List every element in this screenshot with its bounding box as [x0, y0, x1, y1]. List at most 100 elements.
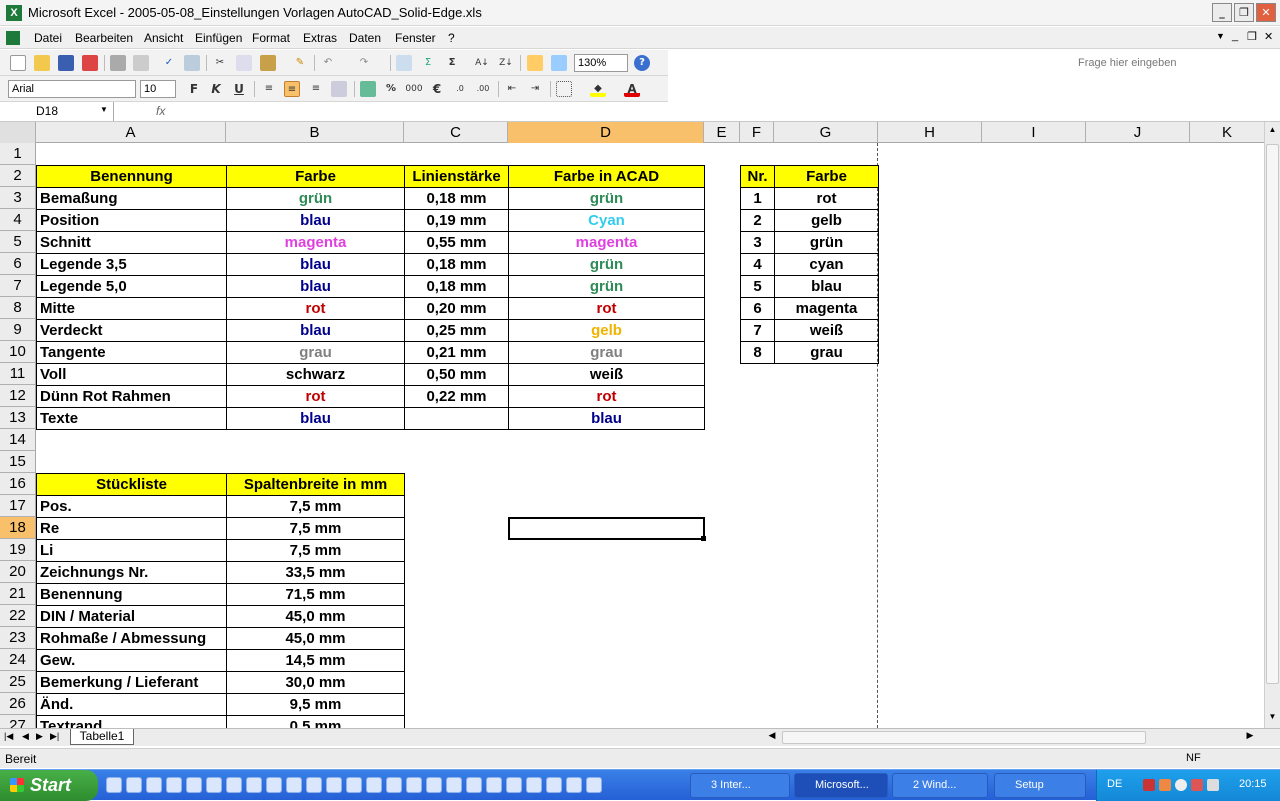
quicklaunch-icon[interactable] [506, 777, 522, 793]
help-icon[interactable]: ? [634, 55, 650, 71]
first-sheet-icon[interactable]: |◀ [4, 731, 13, 742]
cell-benennung[interactable]: Schnitt [36, 231, 227, 254]
fill-color-icon[interactable]: ◆ [590, 81, 606, 97]
cell-linienstaerke[interactable]: 0,18 mm [404, 187, 509, 210]
menu-datei[interactable]: Datei [34, 31, 62, 45]
new-icon[interactable] [10, 55, 26, 71]
column-header-k[interactable]: K [1190, 122, 1264, 143]
scroll-up-icon[interactable]: ▲ [1266, 125, 1279, 139]
print-icon[interactable] [110, 55, 126, 71]
row-header[interactable]: 8 [0, 297, 35, 319]
merge-center-icon[interactable] [331, 81, 347, 97]
format-painter-icon[interactable]: ✎ [292, 55, 308, 71]
scroll-down-icon[interactable]: ▼ [1266, 712, 1279, 726]
tray-icon[interactable] [1191, 779, 1203, 791]
cell-stueckliste[interactable]: Gew. [36, 649, 227, 672]
column-header-c[interactable]: C [404, 122, 508, 143]
row-header[interactable]: 4 [0, 209, 35, 231]
column-header-b[interactable]: B [226, 122, 404, 143]
cell-stueckliste[interactable]: Zeichnungs Nr. [36, 561, 227, 584]
decrease-indent-icon[interactable]: ⇤ [504, 81, 520, 97]
cell-farbe-acad[interactable]: grün [508, 187, 705, 210]
drawing-icon[interactable] [551, 55, 567, 71]
row-header[interactable]: 16 [0, 473, 35, 495]
row-header[interactable]: 2 [0, 165, 35, 187]
currency-icon[interactable] [360, 81, 376, 97]
column-header-g[interactable]: G [774, 122, 878, 143]
row-header[interactable]: 23 [0, 627, 35, 649]
cell-linienstaerke[interactable]: 0,50 mm [404, 363, 509, 386]
cell-farbe[interactable]: blau [226, 319, 405, 342]
cell-spaltenbreite[interactable]: 7,5 mm [226, 495, 405, 518]
help-search-input[interactable]: Frage hier eingeben [1078, 57, 1228, 73]
doc-close-icon[interactable]: ✕ [1264, 30, 1273, 43]
chart-wizard-icon[interactable] [527, 55, 543, 71]
quicklaunch-icon[interactable] [106, 777, 122, 793]
italic-button[interactable]: K [208, 81, 224, 97]
cell-linienstaerke[interactable] [404, 407, 509, 430]
language-indicator[interactable]: DE [1107, 778, 1122, 790]
increase-decimal-icon[interactable]: .0 [452, 81, 468, 97]
row-header[interactable]: 1 [0, 143, 35, 165]
last-sheet-icon[interactable]: ▶| [50, 731, 59, 742]
cell-spaltenbreite[interactable]: 71,5 mm [226, 583, 405, 606]
table-header[interactable]: Linienstärke [404, 165, 509, 188]
table-header[interactable]: Farbe in ACAD [508, 165, 705, 188]
excel-app-icon[interactable]: X [6, 5, 22, 21]
cell-linienstaerke[interactable]: 0,20 mm [404, 297, 509, 320]
table-header[interactable]: Nr. [740, 165, 775, 188]
ie-icon[interactable] [166, 777, 182, 793]
next-sheet-icon[interactable]: ▶ [36, 731, 43, 742]
taskbar-task-excel[interactable]: Microsoft... [794, 773, 888, 798]
copy-icon[interactable] [236, 55, 252, 71]
cell-nr[interactable]: 8 [740, 341, 775, 364]
cell-farbe[interactable]: blau [226, 253, 405, 276]
cell-spaltenbreite[interactable]: 0,5 mm [226, 715, 405, 728]
cell-stueckliste[interactable]: Li [36, 539, 227, 562]
font-color-icon[interactable]: A [624, 81, 640, 97]
quicklaunch-icon[interactable] [126, 777, 142, 793]
percent-button[interactable]: % [383, 81, 399, 97]
row-header[interactable]: 10 [0, 341, 35, 363]
vertical-scrollbar[interactable]: ▲ ▼ [1264, 122, 1280, 728]
column-header-i[interactable]: I [982, 122, 1086, 143]
row-header[interactable]: 27 [0, 715, 35, 728]
cell-benennung[interactable]: Tangente [36, 341, 227, 364]
cell-nr[interactable]: 6 [740, 297, 775, 320]
cell-stueckliste[interactable]: Re [36, 517, 227, 540]
autosum-icon[interactable]: Σ [420, 55, 436, 71]
quicklaunch-icon[interactable] [526, 777, 542, 793]
help-dropdown-icon[interactable]: ▼ [1216, 31, 1225, 41]
formula-input[interactable] [176, 104, 1266, 120]
column-header-d[interactable]: D [508, 122, 704, 143]
select-all-corner[interactable] [0, 122, 36, 143]
horizontal-scroll-thumb[interactable] [782, 731, 1146, 744]
row-header[interactable]: 15 [0, 451, 35, 473]
cell-stueckliste[interactable]: Rohmaße / Abmessung [36, 627, 227, 650]
row-header[interactable]: 24 [0, 649, 35, 671]
cell-farbe[interactable]: rot [774, 187, 879, 210]
cell-nr[interactable]: 1 [740, 187, 775, 210]
quicklaunch-icon[interactable] [146, 777, 162, 793]
cell-linienstaerke[interactable]: 0,25 mm [404, 319, 509, 342]
cell-farbe[interactable]: cyan [774, 253, 879, 276]
table-header[interactable]: Farbe [226, 165, 405, 188]
sort-ascending-icon[interactable]: A↓ [474, 55, 490, 71]
menu-einfuegen[interactable]: Einfügen [195, 31, 242, 45]
quicklaunch-icon[interactable] [406, 777, 422, 793]
volume-icon[interactable] [1207, 779, 1219, 791]
zoom-select[interactable]: 130% [574, 54, 628, 72]
cell-nr[interactable]: 7 [740, 319, 775, 342]
cell-nr[interactable]: 4 [740, 253, 775, 276]
row-header[interactable]: 18 [0, 517, 35, 539]
menu-daten[interactable]: Daten [349, 31, 381, 45]
active-cell[interactable] [508, 517, 705, 540]
quicklaunch-icon[interactable] [266, 777, 282, 793]
row-header[interactable]: 26 [0, 693, 35, 715]
excel-icon[interactable] [226, 777, 242, 793]
row-header[interactable]: 3 [0, 187, 35, 209]
cell-farbe[interactable]: blau [226, 209, 405, 232]
menu-fenster[interactable]: Fenster [395, 31, 436, 45]
menu-help[interactable]: ? [448, 31, 455, 45]
cell-farbe[interactable]: blau [226, 407, 405, 430]
